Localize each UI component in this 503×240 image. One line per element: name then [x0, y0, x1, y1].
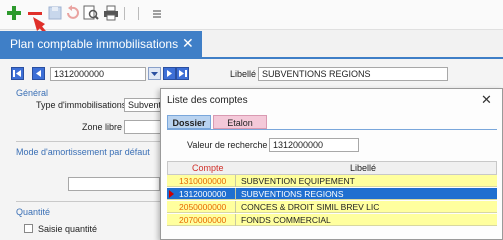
column-header-libelle[interactable]: Libellé: [350, 163, 376, 173]
type-immobilisations-field[interactable]: Subvent: [124, 98, 164, 112]
close-icon[interactable]: ✕: [481, 92, 492, 108]
general-section-title: Général: [16, 88, 49, 98]
last-record-icon[interactable]: [176, 67, 189, 80]
column-header-compte[interactable]: Compte: [192, 163, 224, 173]
saisie-quantite-checkbox[interactable]: [24, 224, 33, 233]
dropdown-icon[interactable]: [148, 67, 161, 80]
zone-libre-label: Zone libre: [82, 122, 123, 132]
divider: [16, 201, 160, 202]
cell-compte: 2070000000: [179, 215, 227, 225]
column-separator: [235, 201, 236, 213]
cell-libelle: SUBVENTIONS REGIONS: [241, 189, 344, 199]
previous-record-icon[interactable]: [32, 67, 45, 80]
grid-header: Compte Libellé: [167, 161, 497, 175]
libelle-label: Libellé: [230, 69, 257, 79]
tab-plan-comptable[interactable]: Plan comptable immobilisations ✕: [0, 31, 202, 57]
saisie-quantite-label: Saisie quantité: [38, 224, 98, 234]
search-input[interactable]: 1312000000: [269, 138, 359, 152]
next-record-icon[interactable]: [163, 67, 176, 80]
table-row[interactable]: 2050000000 CONCES & DROIT SIMIL BREV LIC: [167, 201, 497, 213]
search-label: Valeur de recherche: [187, 140, 268, 150]
cell-compte: 1310000000: [179, 176, 227, 186]
cell-libelle: FONDS COMMERCIAL: [241, 215, 331, 225]
cell-compte: 2050000000: [179, 202, 227, 212]
divider: [16, 141, 160, 142]
close-icon[interactable]: ✕: [182, 35, 194, 52]
column-separator: [235, 214, 236, 226]
dialog-title: Liste des comptes: [167, 95, 248, 106]
record-code-field[interactable]: 1312000000: [50, 67, 146, 81]
table-row[interactable]: 1310000000 SUBVENTION EQUIPEMENT: [167, 175, 497, 187]
table-row[interactable]: 1312000000 SUBVENTIONS REGIONS: [167, 188, 497, 200]
column-separator: [235, 188, 236, 200]
first-record-icon[interactable]: [11, 67, 24, 80]
amortissement-section-title: Mode d'amortissement par défaut: [16, 147, 150, 157]
zone-libre-field[interactable]: [124, 120, 164, 134]
cell-compte: 1312000000: [179, 189, 227, 199]
table-row[interactable]: 2070000000 FONDS COMMERCIAL: [167, 214, 497, 226]
liste-des-comptes-dialog: Liste des comptes ✕ Dossier Etalon Valeu…: [160, 88, 503, 240]
quantite-section-title: Quantité: [16, 207, 51, 217]
current-row-icon: [169, 190, 174, 198]
cell-libelle: CONCES & DROIT SIMIL BREV LIC: [241, 202, 380, 212]
toolbar-separator: [124, 7, 125, 20]
tab-dossier[interactable]: Dossier: [167, 115, 211, 129]
tab-label: Plan comptable immobilisations: [10, 37, 179, 51]
menu-icon[interactable]: [148, 4, 166, 22]
type-immobilisations-label: Type d'immobilisations: [36, 100, 127, 110]
toolbar-separator: [138, 7, 139, 20]
tab-etalon[interactable]: Etalon: [213, 115, 267, 129]
column-separator: [235, 175, 236, 187]
tab-line: [167, 129, 497, 130]
cell-libelle: SUBVENTION EQUIPEMENT: [241, 176, 355, 186]
libelle-field[interactable]: SUBVENTIONS REGIONS: [258, 67, 448, 81]
amortissement-field[interactable]: [68, 177, 160, 191]
